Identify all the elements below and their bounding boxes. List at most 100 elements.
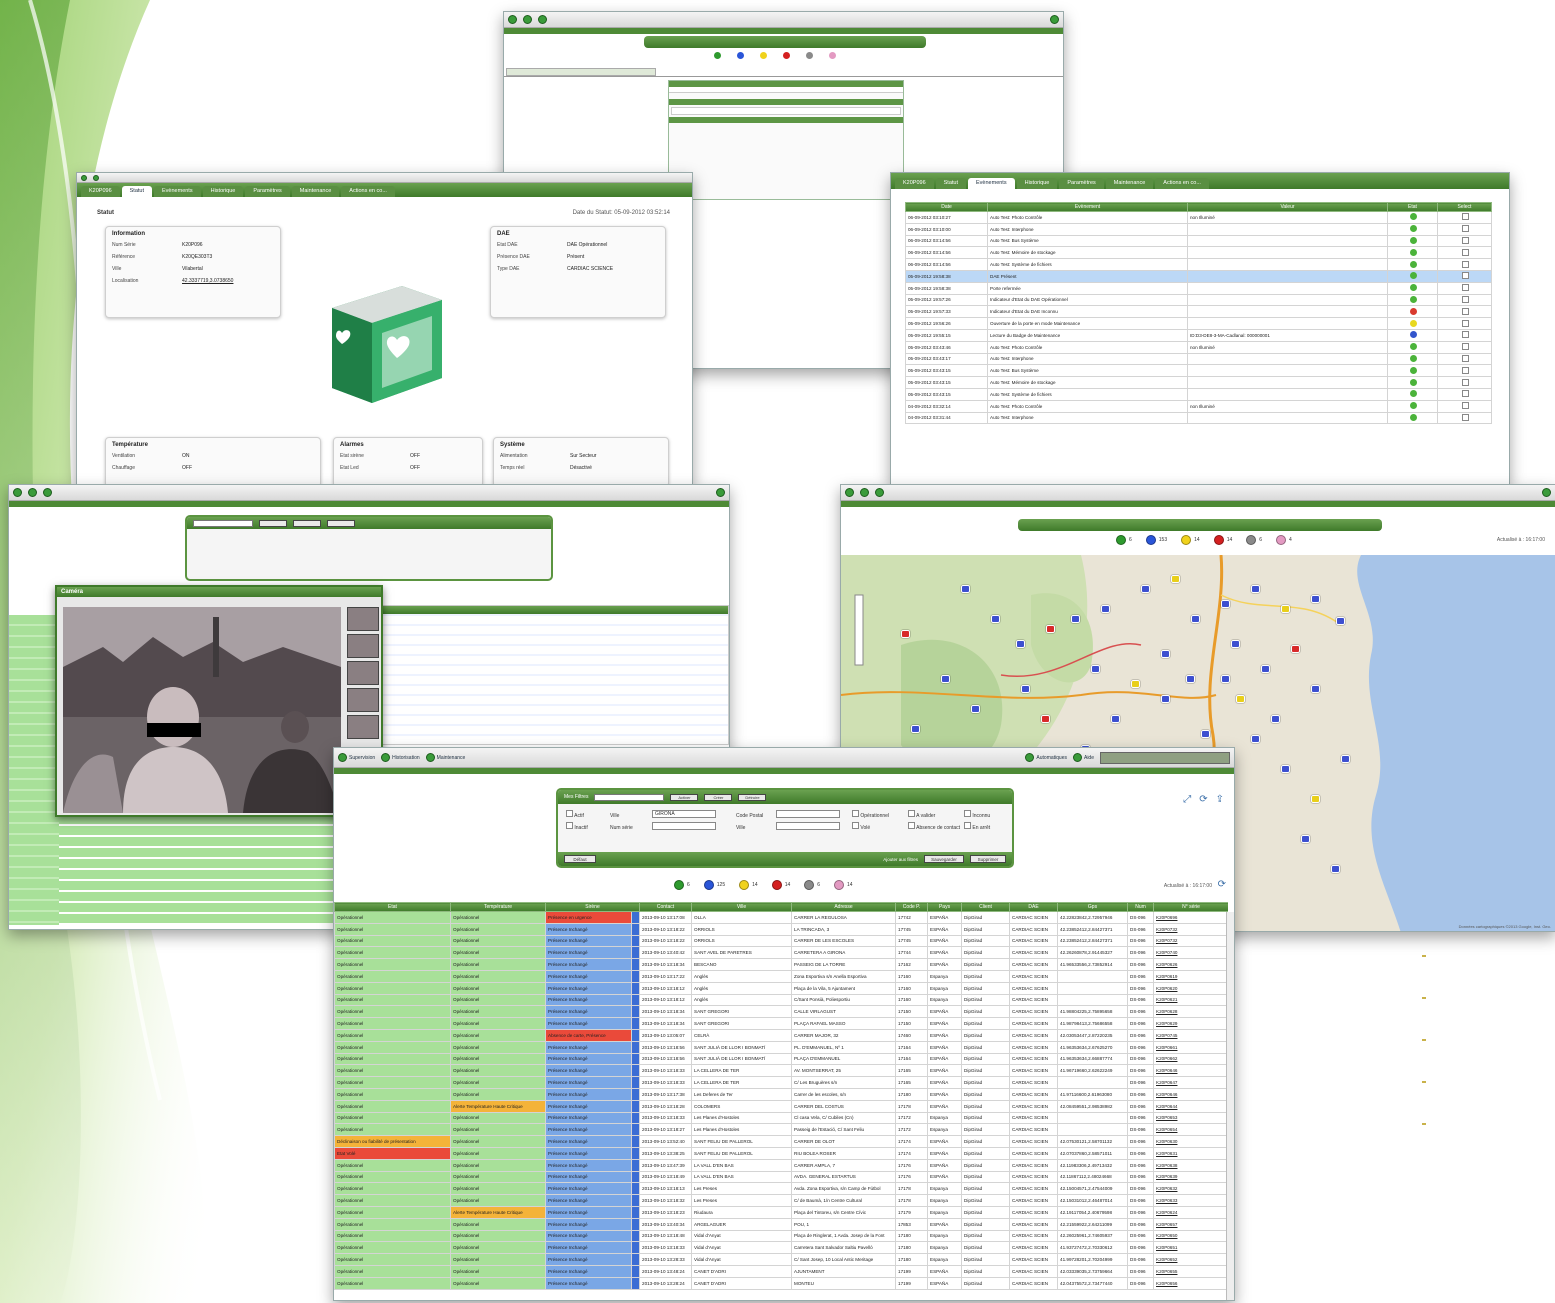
info-icon[interactable] [630, 1276, 641, 1290]
map-marker-icon[interactable] [1281, 605, 1290, 613]
map-marker-icon[interactable] [1131, 680, 1140, 688]
expand-icon[interactable]: ⤢ [1183, 794, 1191, 805]
event-select[interactable] [1437, 258, 1492, 271]
opt-arret[interactable] [964, 822, 971, 829]
event-row[interactable]: 05-09-2012 19:56:26 Ouverture de la porte… [905, 317, 1492, 330]
map-marker-icon[interactable] [1311, 685, 1320, 693]
event-select[interactable] [1437, 281, 1492, 295]
filter-select[interactable] [594, 793, 665, 801]
info-icon[interactable] [630, 922, 641, 936]
info-icon[interactable] [630, 1158, 641, 1172]
cell-serie[interactable]: K20P0633 [1153, 1194, 1228, 1207]
table-row[interactable]: Opérationnel Opérationnel Présence Inchang… [334, 1217, 1228, 1231]
status-count[interactable]: 125 [703, 880, 725, 890]
map-marker-icon[interactable] [1301, 835, 1310, 843]
map-marker-icon[interactable] [1231, 640, 1240, 648]
event-select[interactable] [1437, 352, 1492, 366]
info-icon[interactable] [630, 1135, 641, 1148]
map-marker-icon[interactable] [961, 585, 970, 593]
map-marker-icon[interactable] [1251, 585, 1260, 593]
table-row[interactable]: Opérationnel Opérationnel Présence Inchang… [334, 1076, 1228, 1089]
tab-parametres[interactable]: Paramètres [245, 186, 290, 197]
event-select[interactable] [1437, 387, 1492, 401]
info-icon[interactable] [630, 993, 641, 1007]
event-row[interactable]: 04-09-2012 03:31:44 Auto Test: Interphone [905, 411, 1492, 425]
tab-device[interactable]: K20P096 [81, 186, 120, 197]
table-row[interactable]: Opérationnel Opérationnel Présence Inchang… [334, 922, 1228, 936]
col-adresse[interactable]: Adresse [791, 902, 897, 912]
col-sirene[interactable]: Sirène [544, 902, 641, 912]
select-checkbox[interactable] [1462, 213, 1469, 221]
cell-serie[interactable]: K20P0662 [1153, 1052, 1228, 1066]
table-row[interactable]: Opérationnel Opérationnel Présence Inchang… [334, 1276, 1228, 1290]
col-client[interactable]: Client [961, 902, 1011, 912]
table-row[interactable]: Opérationnel Opérationnel Présence Inchang… [334, 1005, 1228, 1019]
table-row[interactable]: Opérationnel Opérationnel Présence Inchang… [334, 1111, 1228, 1125]
event-select[interactable] [1437, 376, 1492, 389]
table-row[interactable]: Opérationnel Opérationnel Présence Inchang… [334, 981, 1228, 995]
cell-serie[interactable]: K20P0647 [1153, 1076, 1228, 1089]
reload-icon[interactable]: ⟳ [1218, 879, 1226, 890]
table-row[interactable]: Opérationnel Opérationnel Présence Inchang… [334, 1040, 1228, 1054]
info-icon[interactable] [630, 946, 641, 960]
save-button[interactable]: Sauvegarder [924, 855, 964, 863]
select-checkbox[interactable] [1462, 390, 1469, 398]
info-icon[interactable] [630, 1064, 641, 1078]
table-row[interactable]: Déclinaison ou fiabilité de présentation… [334, 1135, 1228, 1148]
select-checkbox[interactable] [1462, 413, 1469, 421]
info-icon[interactable] [630, 1170, 641, 1184]
filter-activate-button[interactable]: Activer [670, 793, 699, 801]
ville-input[interactable]: GIRONA [652, 810, 716, 818]
cell-serie[interactable]: K20P0629 [1153, 1017, 1228, 1030]
select-checkbox[interactable] [1462, 331, 1469, 339]
map-marker-icon[interactable] [1186, 675, 1195, 683]
table-row[interactable]: Opérationnel Opérationnel Présence Inchang… [334, 946, 1228, 960]
map-marker-icon[interactable] [1261, 665, 1270, 673]
table-row[interactable]: Opérationnel Opérationnel Présence Inchang… [334, 1229, 1228, 1243]
info-icon[interactable] [630, 1040, 641, 1054]
map-marker-icon[interactable] [1251, 735, 1260, 743]
map-marker-icon[interactable] [1221, 600, 1230, 608]
cell-serie[interactable]: K20P0654 [1153, 1123, 1228, 1137]
map-filter-bar[interactable] [1018, 519, 1382, 531]
tab-actions[interactable]: Actions en co... [1155, 178, 1209, 189]
cell-serie[interactable]: K20P0653 [1153, 1111, 1228, 1125]
event-select[interactable] [1437, 328, 1492, 342]
filter-create-button[interactable]: Créer [704, 793, 733, 801]
col-ville[interactable]: Ville [691, 902, 793, 912]
codepostal-input[interactable] [776, 810, 840, 818]
table-row[interactable]: Opérationnel Opérationnel Présence Inchang… [334, 1182, 1228, 1196]
map-marker-icon[interactable] [1221, 675, 1230, 683]
cell-serie[interactable]: K20P0621 [1153, 993, 1228, 1007]
nav-maintenance[interactable]: Maintenance [425, 753, 465, 762]
refresh-icon[interactable]: ⟳ [1199, 794, 1207, 805]
table-row[interactable]: Opérationnel Opérationnel Présence Inchang… [334, 1123, 1228, 1137]
status-count[interactable]: 14 [771, 880, 790, 890]
event-select[interactable] [1437, 317, 1492, 330]
actif-checkbox[interactable] [566, 810, 573, 817]
select-checkbox[interactable] [1462, 284, 1469, 292]
event-select[interactable] [1437, 246, 1492, 260]
col-contact[interactable]: Contact [639, 902, 693, 912]
map-marker-icon[interactable] [911, 725, 920, 733]
info-icon[interactable] [630, 1205, 641, 1219]
info-icon[interactable] [630, 1076, 641, 1089]
table-row[interactable]: Opérationnel Opérationnel Présence Inchang… [334, 1253, 1228, 1266]
map-marker-icon[interactable] [1141, 585, 1150, 593]
tab-statut[interactable]: Statut [935, 178, 967, 189]
event-select[interactable] [1437, 293, 1492, 307]
table-row[interactable]: Opérationnel Opérationnel Présence Inchang… [334, 1064, 1228, 1078]
map-marker-icon[interactable] [901, 630, 910, 638]
cell-serie[interactable]: K20P0745 [1153, 1028, 1228, 1042]
info-icon[interactable] [630, 969, 641, 983]
export-icon[interactable]: ⇪ [1216, 794, 1224, 805]
event-row[interactable]: 05-09-2012 19:55:15 Lecture du Badge de M… [905, 328, 1492, 342]
filter-delete-button[interactable]: Détruire [738, 793, 767, 801]
table-row[interactable]: Opérationnel Opérationnel Présence Inchang… [334, 1170, 1228, 1184]
col-value[interactable]: Valeur [1187, 202, 1388, 212]
cell-serie[interactable]: K20P0656 [1153, 1276, 1228, 1290]
event-select[interactable] [1437, 269, 1492, 283]
cell-serie[interactable]: K20P0626 [1153, 958, 1228, 971]
table-row[interactable]: Opérationnel Alerte Température Haute Cri… [334, 1099, 1228, 1113]
tab-historique[interactable]: Historique [202, 186, 244, 197]
